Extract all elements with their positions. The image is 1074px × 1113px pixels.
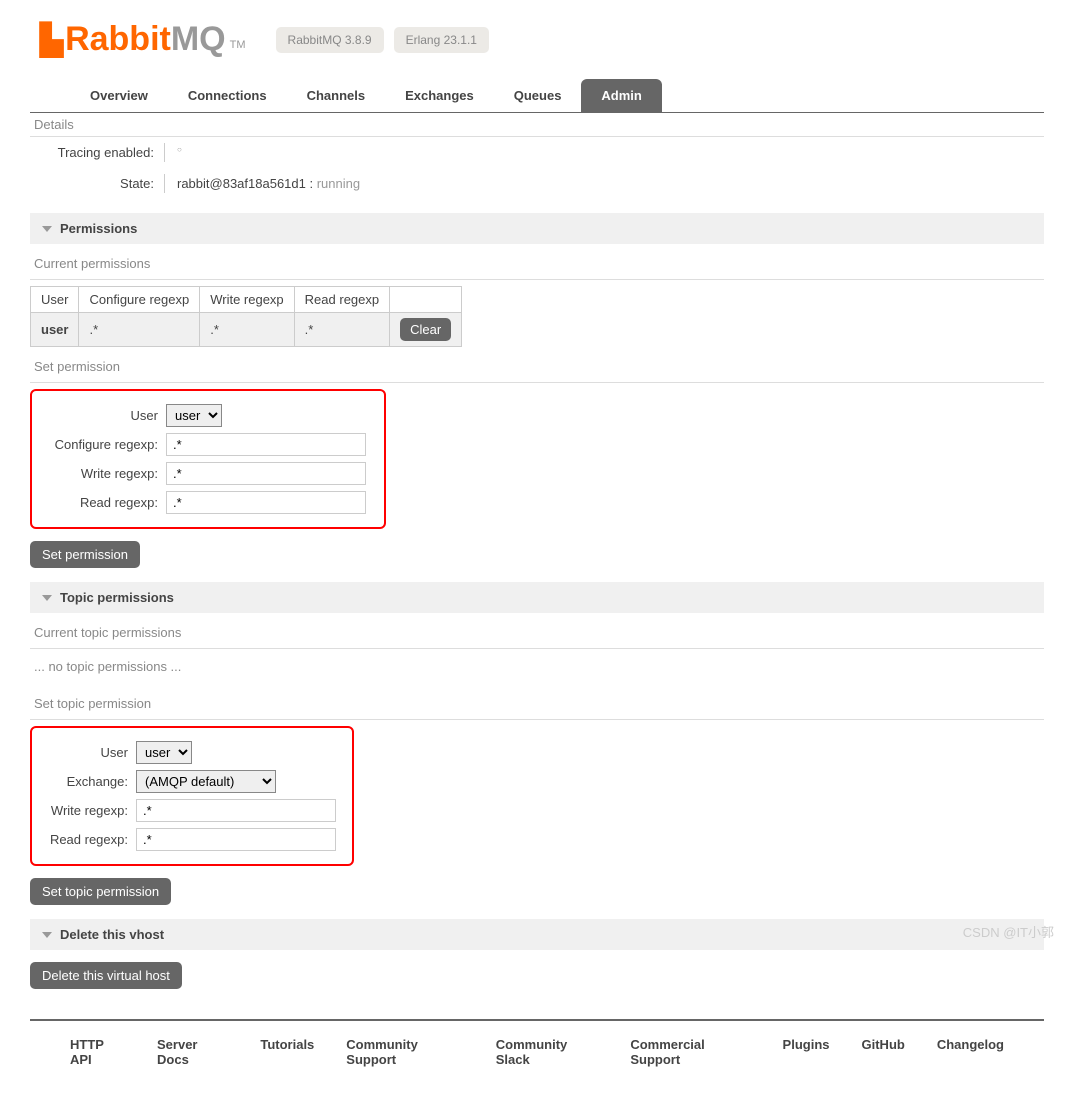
- cell-action: Clear: [390, 313, 462, 347]
- clear-button[interactable]: Clear: [400, 318, 451, 341]
- topic-write-label: Write regexp:: [36, 803, 136, 818]
- tab-overview[interactable]: Overview: [70, 79, 168, 112]
- tab-queues[interactable]: Queues: [494, 79, 582, 112]
- footer-community-slack[interactable]: Community Slack: [496, 1037, 599, 1067]
- state-node: rabbit@83af18a561d1 :: [177, 176, 313, 191]
- header: ▙ RabbitMQ TM RabbitMQ 3.8.9 Erlang 23.1…: [0, 0, 1074, 69]
- cell-configure: .*: [79, 313, 200, 347]
- perm-read-input[interactable]: [166, 491, 366, 514]
- watermark: CSDN @IT小郭: [963, 922, 1054, 941]
- tab-channels[interactable]: Channels: [287, 79, 386, 112]
- permissions-table: User Configure regexp Write regexp Read …: [30, 286, 462, 347]
- logo-text-mq: MQ: [171, 20, 226, 59]
- no-topic-permissions: ... no topic permissions ...: [30, 649, 1044, 684]
- delete-vhost-header[interactable]: Delete this vhost: [30, 919, 1044, 950]
- set-permission-form-highlight: User user Configure regexp: Write regexp…: [30, 389, 386, 529]
- topic-read-input[interactable]: [136, 828, 336, 851]
- set-permission-label: Set permission: [30, 347, 1044, 383]
- version-badge: RabbitMQ 3.8.9: [276, 27, 384, 53]
- topic-user-label: User: [36, 745, 136, 760]
- state-value: rabbit@83af18a561d1 : running: [165, 174, 360, 191]
- current-permissions-label: Current permissions: [30, 244, 1044, 280]
- perm-configure-input[interactable]: [166, 433, 366, 456]
- erlang-badge: Erlang 23.1.1: [394, 27, 489, 53]
- table-header-row: User Configure regexp Write regexp Read …: [31, 287, 462, 313]
- chevron-down-icon: [42, 932, 52, 938]
- tab-exchanges[interactable]: Exchanges: [385, 79, 494, 112]
- topic-write-input[interactable]: [136, 799, 336, 822]
- set-permission-button[interactable]: Set permission: [30, 541, 140, 568]
- logo-text-rabbit: Rabbit: [65, 20, 171, 59]
- detail-tracing: Tracing enabled: ○: [30, 137, 1044, 168]
- chevron-down-icon: [42, 226, 52, 232]
- topic-read-label: Read regexp:: [36, 832, 136, 847]
- table-row: user .* .* .* Clear: [31, 313, 462, 347]
- tabs: Overview Connections Channels Exchanges …: [30, 69, 1044, 113]
- perm-read-label: Read regexp:: [36, 495, 166, 510]
- set-topic-permission-label: Set topic permission: [30, 684, 1044, 720]
- delete-vhost-header-text: Delete this vhost: [60, 927, 164, 942]
- topic-exchange-label: Exchange:: [36, 774, 136, 789]
- footer-plugins[interactable]: Plugins: [783, 1037, 830, 1067]
- footer-changelog[interactable]: Changelog: [937, 1037, 1004, 1067]
- footer-github[interactable]: GitHub: [862, 1037, 905, 1067]
- set-topic-permission-form-highlight: User user Exchange: (AMQP default) Write…: [30, 726, 354, 866]
- permissions-header[interactable]: Permissions: [30, 213, 1044, 244]
- cell-read: .*: [294, 313, 389, 347]
- detail-state: State: rabbit@83af18a561d1 : running: [30, 168, 1044, 199]
- perm-write-label: Write regexp:: [36, 466, 166, 481]
- details-title: Details: [30, 113, 1044, 137]
- state-label: State:: [30, 174, 165, 193]
- col-action: [390, 287, 462, 313]
- topic-permissions-header[interactable]: Topic permissions: [30, 582, 1044, 613]
- tab-connections[interactable]: Connections: [168, 79, 287, 112]
- rabbit-icon: ▙: [40, 23, 63, 58]
- logo[interactable]: ▙ RabbitMQ TM: [40, 20, 246, 59]
- perm-user-label: User: [36, 408, 166, 423]
- state-status: running: [317, 176, 360, 191]
- footer-commercial-support[interactable]: Commercial Support: [630, 1037, 750, 1067]
- footer-server-docs[interactable]: Server Docs: [157, 1037, 228, 1067]
- current-topic-permissions-label: Current topic permissions: [30, 613, 1044, 649]
- tab-admin[interactable]: Admin: [581, 79, 661, 112]
- perm-configure-label: Configure regexp:: [36, 437, 166, 452]
- tracing-value: ○: [165, 143, 182, 154]
- permissions-header-text: Permissions: [60, 221, 137, 236]
- tracing-label: Tracing enabled:: [30, 143, 165, 162]
- footer-tutorials[interactable]: Tutorials: [260, 1037, 314, 1067]
- col-user: User: [31, 287, 79, 313]
- chevron-down-icon: [42, 595, 52, 601]
- footer-http-api[interactable]: HTTP API: [70, 1037, 125, 1067]
- set-topic-permission-button[interactable]: Set topic permission: [30, 878, 171, 905]
- cell-write: .*: [200, 313, 294, 347]
- col-configure: Configure regexp: [79, 287, 200, 313]
- perm-write-input[interactable]: [166, 462, 366, 485]
- cell-user: user: [31, 313, 79, 347]
- logo-tm: TM: [230, 39, 246, 51]
- delete-vhost-button[interactable]: Delete this virtual host: [30, 962, 182, 989]
- topic-user-select[interactable]: user: [136, 741, 192, 764]
- topic-exchange-select[interactable]: (AMQP default): [136, 770, 276, 793]
- footer-community-support[interactable]: Community Support: [346, 1037, 463, 1067]
- footer: HTTP API Server Docs Tutorials Community…: [30, 1019, 1044, 1083]
- col-read: Read regexp: [294, 287, 389, 313]
- perm-user-select[interactable]: user: [166, 404, 222, 427]
- col-write: Write regexp: [200, 287, 294, 313]
- topic-permissions-header-text: Topic permissions: [60, 590, 174, 605]
